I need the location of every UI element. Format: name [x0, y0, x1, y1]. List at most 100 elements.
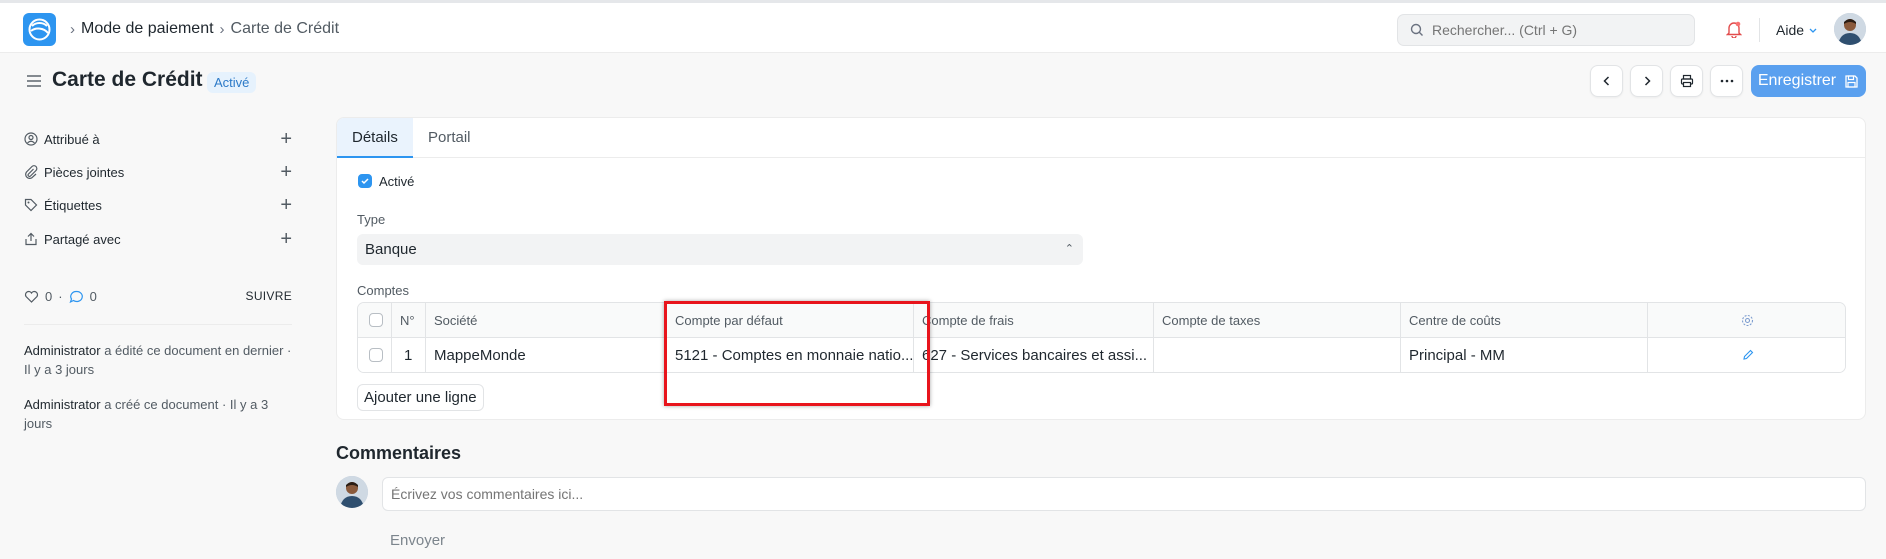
comments-title: Commentaires: [336, 443, 462, 463]
activity-user[interactable]: Administrator: [24, 343, 101, 358]
sidebar-item-attachments[interactable]: Pièces jointes +: [24, 161, 292, 183]
user-avatar[interactable]: [1834, 13, 1866, 45]
column-header-tax-account[interactable]: Compte de taxes: [1154, 303, 1401, 338]
column-header-default-account[interactable]: Compte par défaut: [667, 303, 914, 338]
divider: [1759, 18, 1760, 42]
cost-center-cell[interactable]: Principal - MM: [1401, 338, 1648, 372]
printer-icon: [1680, 74, 1693, 88]
chevron-right-icon: ›: [219, 20, 225, 38]
comments-count: 0: [89, 289, 97, 304]
accounts-label: Comptes: [357, 283, 410, 298]
app-logo[interactable]: [23, 13, 56, 46]
activity-user[interactable]: Administrator: [24, 397, 101, 412]
save-icon: [1845, 74, 1858, 88]
next-button[interactable]: [1630, 65, 1663, 97]
paperclip-icon: [24, 165, 44, 179]
select-all-cell: [358, 303, 392, 338]
activity-item: Administrator a édité ce document en der…: [24, 341, 292, 379]
type-select[interactable]: Banque ⌃: [357, 234, 1083, 265]
sidebar-item-shared[interactable]: Partagé avec +: [24, 228, 292, 250]
chevron-down-icon: [1809, 28, 1817, 33]
column-header-no[interactable]: N°: [392, 303, 426, 338]
avatar-image: [1834, 13, 1866, 45]
add-icon[interactable]: +: [280, 228, 292, 250]
breadcrumb: › Mode de paiement › Carte de Crédit: [70, 20, 339, 38]
chevron-left-icon: [1602, 76, 1609, 86]
table-row[interactable]: 1 MappeMonde 5121 - Comptes en monnaie n…: [358, 338, 1845, 372]
enabled-checkbox[interactable]: [358, 174, 372, 188]
follow-button[interactable]: SUIVRE: [246, 289, 292, 303]
tab-details[interactable]: Détails: [337, 118, 413, 158]
company-cell[interactable]: MappeMonde: [426, 338, 667, 372]
comment-input[interactable]: [383, 478, 1865, 510]
send-comment-button[interactable]: Envoyer: [382, 528, 453, 553]
add-icon[interactable]: +: [280, 194, 292, 216]
type-label: Type: [357, 212, 386, 227]
more-horizontal-icon: [1720, 79, 1733, 83]
add-icon[interactable]: +: [280, 161, 292, 183]
type-value: Banque: [365, 241, 417, 258]
add-icon[interactable]: +: [280, 128, 292, 150]
column-header-fee-account[interactable]: Compte de frais: [914, 303, 1154, 338]
settings-cell: [1648, 303, 1845, 338]
add-row-button[interactable]: Ajouter une ligne: [357, 384, 484, 411]
status-badge: Activé: [207, 72, 257, 93]
sidebar-toggle-icon[interactable]: [26, 74, 42, 88]
tax-account-cell[interactable]: [1154, 338, 1401, 372]
comment-box[interactable]: [382, 477, 1866, 511]
column-header-cost-center[interactable]: Centre de coûts: [1401, 303, 1648, 338]
search-icon: [1410, 23, 1423, 36]
divider: [24, 324, 292, 325]
activity-item: Administrator a créé ce document · Il y …: [24, 395, 292, 433]
select-all-checkbox[interactable]: [369, 313, 383, 327]
gear-icon[interactable]: [1741, 314, 1754, 327]
sidebar-item-tags[interactable]: Étiquettes +: [24, 194, 292, 216]
share-icon: [24, 232, 44, 246]
app-logo-icon: [28, 18, 51, 41]
help-label: Aide: [1776, 22, 1805, 38]
avatar-image: [336, 476, 368, 508]
engagement-row: 0 · 0 SUIVRE: [24, 289, 292, 304]
breadcrumb-current[interactable]: Carte de Crédit: [231, 20, 340, 38]
sidebar-item-label: Pièces jointes: [44, 164, 125, 180]
tab-portal[interactable]: Portail: [413, 118, 486, 158]
fee-account-cell[interactable]: 627 - Services bancaires et assi...: [914, 338, 1154, 372]
sidebar-item-label: Attribué à: [44, 131, 100, 147]
help-dropdown[interactable]: Aide: [1776, 22, 1818, 38]
sidebar-item-assigned[interactable]: Attribué à +: [24, 128, 292, 150]
notification-bell-icon[interactable]: [1726, 20, 1742, 38]
edit-cell: [1648, 338, 1845, 372]
more-options-button[interactable]: [1710, 65, 1743, 97]
column-header-company[interactable]: Société: [426, 303, 667, 338]
enabled-label: Activé: [379, 174, 415, 189]
print-button[interactable]: [1670, 65, 1703, 97]
accounts-table: N° Société Compte par défaut Compte de f…: [357, 302, 1846, 373]
likes-count: 0: [45, 289, 53, 304]
table-header: N° Société Compte par défaut Compte de f…: [358, 303, 1845, 338]
previous-button[interactable]: [1590, 65, 1623, 97]
row-checkbox[interactable]: [369, 348, 383, 362]
sidebar-item-label: Étiquettes: [44, 197, 102, 213]
form-card: Détails Portail Activé Type Banque ⌃ Com…: [336, 117, 1866, 420]
row-no-cell: 1: [392, 338, 426, 372]
save-button-label: Enregistrer: [1757, 72, 1837, 89]
chevron-right-icon: ›: [70, 20, 75, 38]
sidebar-item-label: Partagé avec: [44, 231, 121, 247]
search-input[interactable]: [1432, 15, 1682, 45]
select-arrows-icon: ⌃: [1064, 243, 1074, 255]
chevron-right-icon: [1644, 76, 1651, 86]
comment-icon[interactable]: [69, 290, 84, 304]
save-button[interactable]: Enregistrer: [1751, 65, 1866, 97]
form-tabs: Détails Portail: [337, 118, 1865, 158]
edit-pencil-icon[interactable]: [1742, 349, 1754, 361]
default-account-cell[interactable]: 5121 - Comptes en monnaie natio...: [667, 338, 914, 372]
separator-dot: ·: [58, 289, 63, 304]
user-assign-icon: [24, 132, 44, 146]
breadcrumb-mode-de-paiement[interactable]: Mode de paiement: [81, 20, 214, 38]
page-header: Carte de Crédit Activé Enregistrer: [0, 60, 1886, 104]
top-navbar: › Mode de paiement › Carte de Crédit Aid…: [0, 0, 1886, 53]
heart-icon[interactable]: [24, 290, 39, 303]
comment-avatar: [336, 476, 368, 508]
checkmark-icon: [361, 178, 369, 185]
search-bar[interactable]: [1397, 14, 1695, 46]
